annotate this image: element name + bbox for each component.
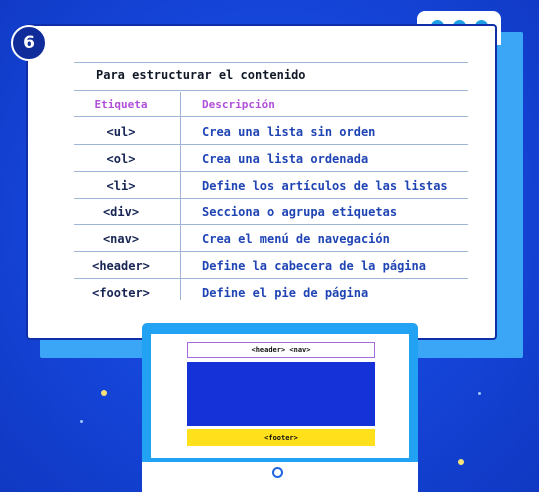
- column-header-tag: Etiqueta: [94, 98, 148, 111]
- table-row-tag: <div>: [102, 205, 140, 219]
- table-row-description: Secciona o agrupa etiquetas: [202, 205, 398, 219]
- divider: [74, 62, 468, 63]
- divider: [74, 278, 468, 279]
- decorative-dot: [478, 392, 481, 395]
- table-row-description: Crea una lista ordenada: [202, 152, 369, 166]
- table-row-tag: <nav>: [102, 232, 140, 246]
- table-row-description: Define el pie de página: [202, 286, 369, 300]
- table-row-description: Define los artículos de las listas: [202, 179, 448, 193]
- table-row-description: Crea una lista sin orden: [202, 125, 376, 139]
- decorative-dot: [101, 390, 107, 396]
- layout-main-block: [187, 362, 375, 426]
- decorative-dot: [80, 420, 83, 423]
- power-button-icon: [272, 467, 283, 478]
- table-row-tag: <ol>: [106, 152, 136, 166]
- table-row-tag: <li>: [106, 179, 136, 193]
- layout-footer-block: <footer>: [187, 429, 375, 446]
- divider: [74, 224, 468, 225]
- divider: [74, 144, 468, 145]
- divider: [74, 90, 468, 91]
- table-row-tag: <header>: [92, 259, 150, 273]
- card-title: Para estructurar el contenido: [96, 68, 306, 82]
- table-row-tag: <footer>: [92, 286, 150, 300]
- divider: [74, 171, 468, 172]
- table-row-tag: <ul>: [106, 125, 136, 139]
- divider: [74, 116, 468, 117]
- divider: [74, 198, 468, 199]
- step-badge: 6: [11, 25, 47, 61]
- table-row-description: Define la cabecera de la página: [202, 259, 426, 273]
- layout-header-block: <header> <nav>: [187, 342, 375, 358]
- table-row-description: Crea el menú de navegación: [202, 232, 390, 246]
- column-header-description: Descripción: [202, 98, 275, 111]
- info-card: Para estructurar el contenido Etiqueta D…: [26, 24, 497, 340]
- divider: [74, 251, 468, 252]
- decorative-dot: [458, 459, 464, 465]
- column-divider: [180, 92, 181, 300]
